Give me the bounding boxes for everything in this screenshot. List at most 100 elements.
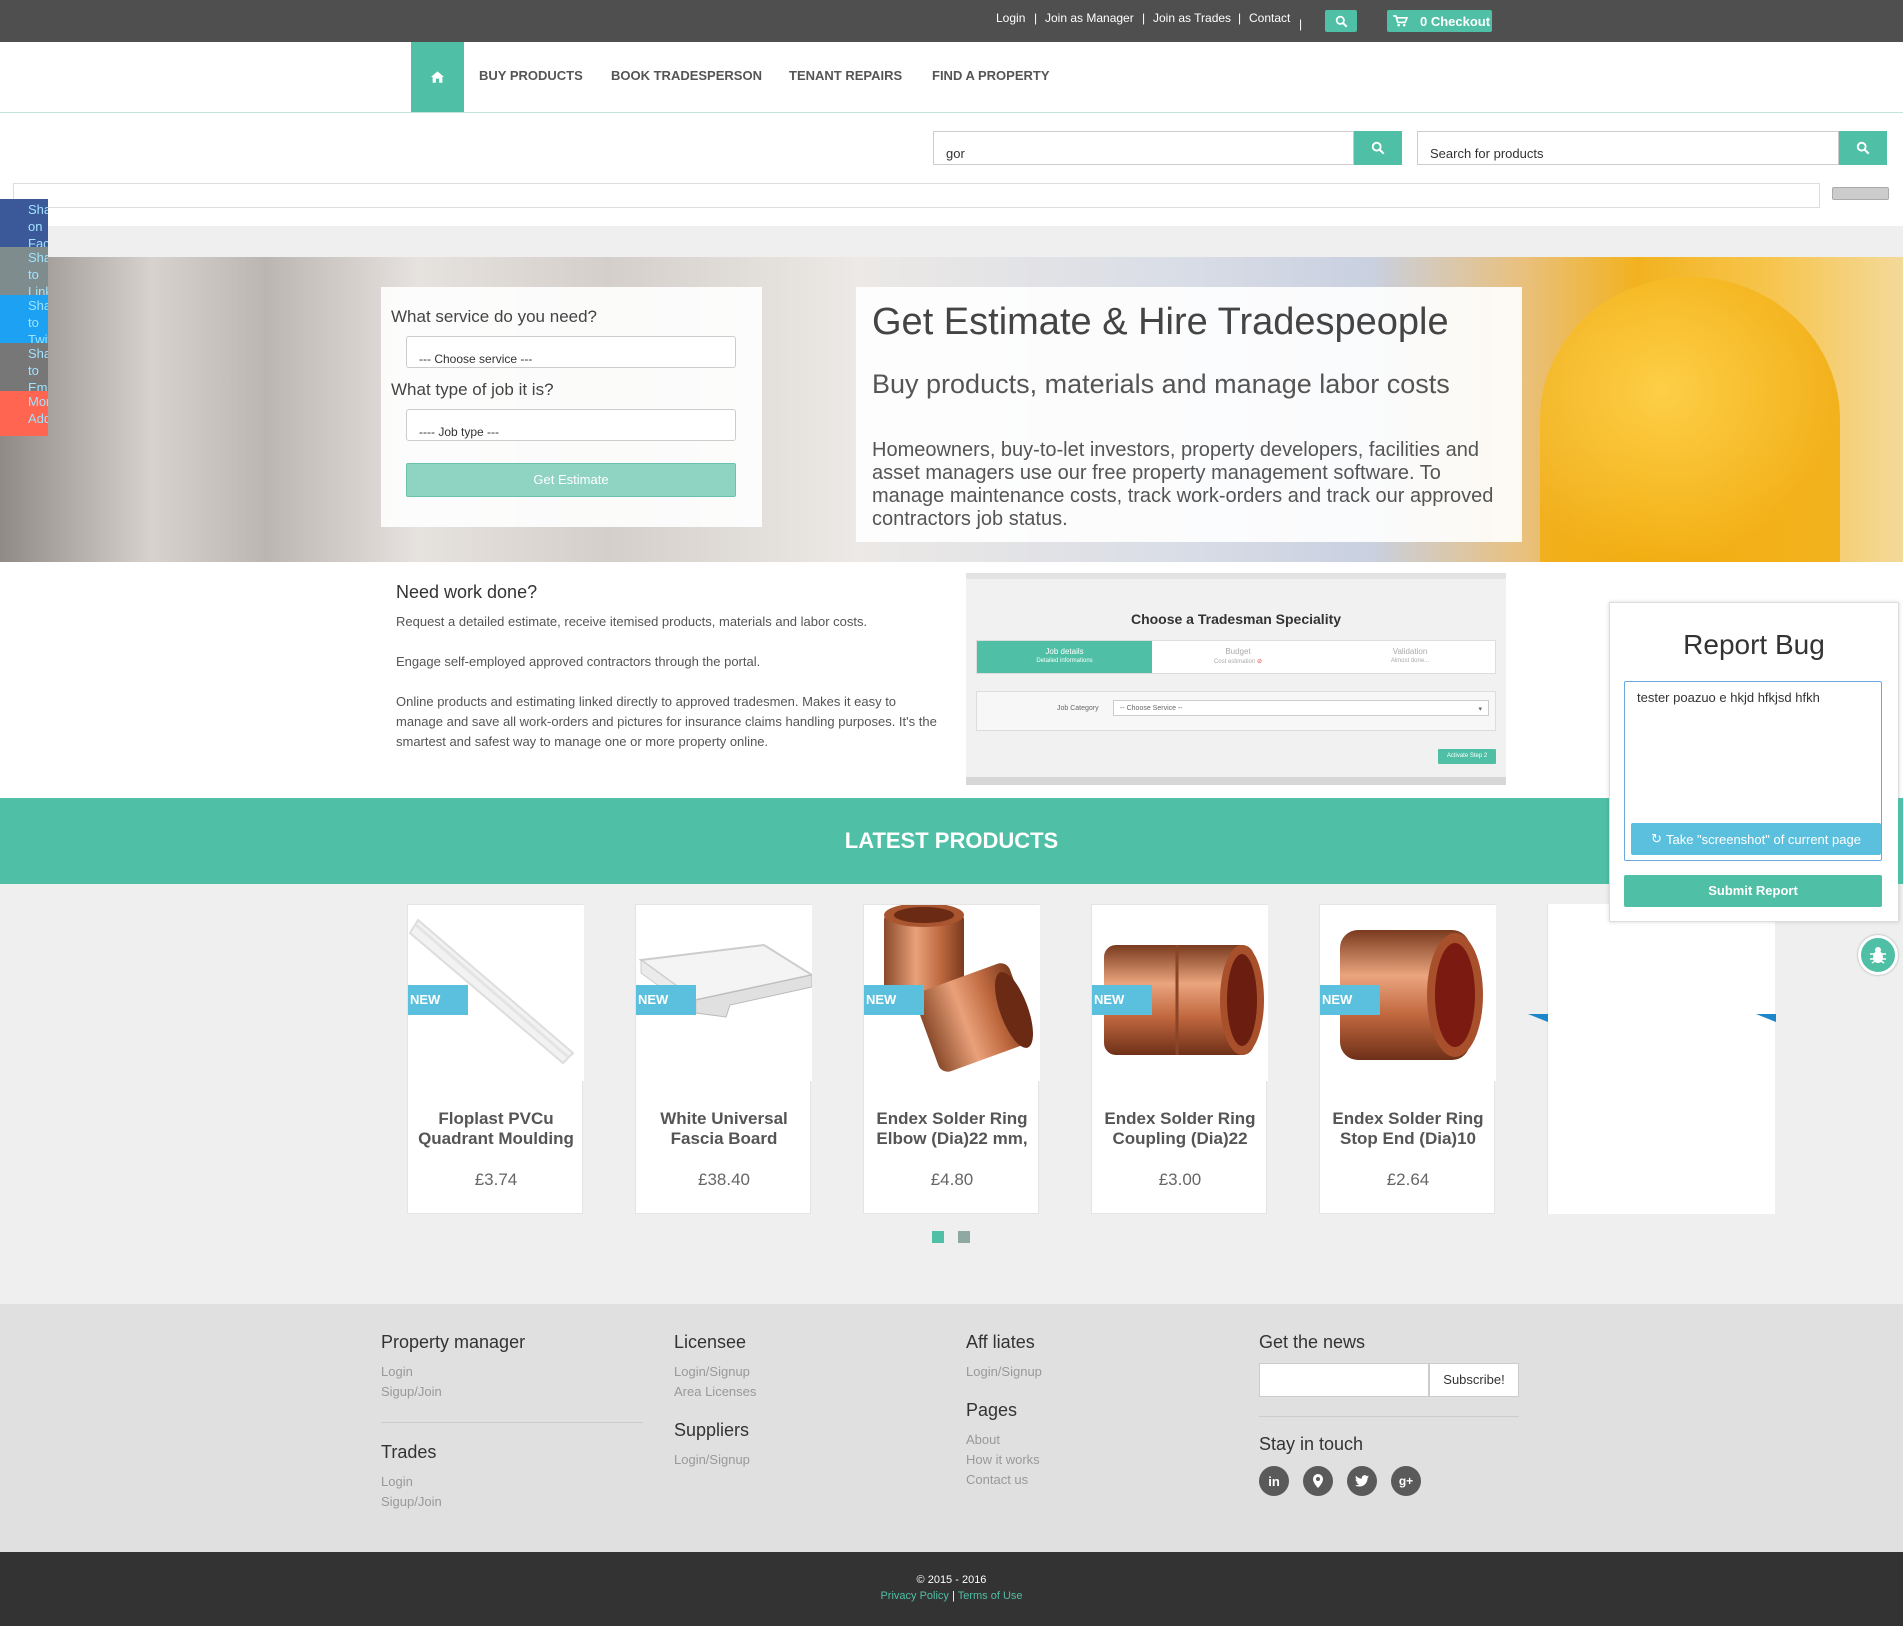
service-label: What service do you need? (391, 307, 598, 326)
product-card[interactable]: NEW Endex Solder Ring Elbow (Dia)22 mm, … (863, 904, 1040, 1214)
new-badge: NEW (1320, 985, 1380, 1015)
step-name: Validation (1392, 647, 1428, 656)
nav-buy-products[interactable]: BUY PRODUCTS (479, 68, 583, 83)
checkout-button[interactable]: 0 Checkout (1387, 10, 1492, 32)
separator: | (952, 1590, 955, 1602)
product-price: £38.40 (698, 1170, 750, 1189)
product-price: £3.74 (474, 1170, 518, 1189)
separator: | (1238, 11, 1242, 25)
step-name: Budget (1225, 647, 1251, 656)
step-sub: Detailed informations (1036, 658, 1093, 664)
home-button[interactable] (411, 42, 464, 112)
bug-icon (1870, 947, 1886, 964)
footer-licensee-title: Licensee (674, 1332, 747, 1352)
carousel-dot[interactable] (958, 1231, 970, 1243)
footer-trades-login[interactable]: Login (381, 1474, 413, 1489)
footer-contact-link[interactable]: Contact us (966, 1472, 1028, 1487)
search-icon (1856, 141, 1870, 155)
share-email[interactable]: Share to Email (0, 343, 48, 391)
product-price: £2.64 (1386, 1170, 1430, 1189)
footer-area-licenses[interactable]: Area Licenses (674, 1384, 756, 1399)
map-marker-icon[interactable] (1303, 1466, 1333, 1496)
submit-report-button[interactable]: Submit Report (1624, 875, 1882, 907)
footer-pm-login[interactable]: Login (381, 1364, 413, 1379)
product-name[interactable]: White Universal Fascia Board (642, 1109, 806, 1149)
step-budget[interactable]: Budget Cost estimation ⊘ (1152, 641, 1324, 673)
tradesman-preview: Choose a Tradesman Speciality Job detail… (966, 573, 1506, 785)
share-linkedin[interactable]: Share to Linkedin (0, 247, 48, 295)
nav-find-property[interactable]: FIND A PROPERTY (932, 68, 1050, 83)
product-name[interactable]: Endex Solder Ring Elbow (Dia)22 mm, (870, 1109, 1034, 1149)
step-sub: Almost done... (1390, 658, 1430, 664)
hero-title: Get Estimate & Hire Tradespeople (872, 301, 1449, 343)
footer-property-manager-title: Property manager (381, 1332, 526, 1352)
job-select[interactable]: ---- Job type --- (406, 409, 736, 441)
bottom-bar: © 2015 - 2016 Privacy Policy | Terms of … (0, 1552, 1903, 1626)
work-paragraph-3: Online products and estimating linked di… (396, 694, 937, 749)
home-icon (431, 71, 444, 83)
footer-affiliates-login[interactable]: Login/Signup (966, 1364, 1042, 1379)
footer-trades-signup[interactable]: Sigup/Join (381, 1494, 442, 1509)
search-icon (1371, 141, 1385, 155)
product-card[interactable]: NEW Endex Solder Ring Stop End (Dia)10 £… (1319, 904, 1496, 1214)
newsletter-email-input[interactable] (1259, 1363, 1429, 1397)
screenshot-button[interactable]: ↻ Take "screenshot" of current page (1631, 823, 1881, 855)
refresh-icon: ↻ (1651, 831, 1662, 846)
product-search-input[interactable]: Search for products (1417, 131, 1839, 165)
bug-report-toggle[interactable] (1858, 935, 1898, 975)
product-name[interactable]: Endex Solder Ring Stop End (Dia)10 (1326, 1109, 1490, 1149)
work-heading: Need work done? (396, 582, 538, 602)
share-facebook[interactable]: Share on Facebook (0, 199, 48, 247)
product-card[interactable]: NEW Endex Solder Ring Coupling (Dia)22 £… (1091, 904, 1268, 1214)
product-card[interactable]: NEW Floplast PVCu Quadrant Moulding £3.7… (407, 904, 584, 1214)
nav-book-tradesperson[interactable]: BOOK TRADESPERSON (611, 68, 762, 83)
product-name[interactable]: Endex Solder Ring Coupling (Dia)22 (1098, 1109, 1262, 1149)
product-card[interactable]: NEW White Universal Fascia Board £38.40 (635, 904, 812, 1214)
new-badge: NEW (408, 985, 468, 1015)
tradesman-title: Choose a Tradesman Speciality (1130, 611, 1342, 627)
subscribe-button[interactable]: Subscribe! (1429, 1363, 1519, 1397)
login-link[interactable]: Login (996, 11, 1025, 25)
step-job-details[interactable]: Job details Detailed informations (977, 641, 1152, 673)
hero-description: Homeowners, buy-to-let investors, proper… (872, 439, 1494, 530)
footer-about-link[interactable]: About (966, 1432, 1000, 1447)
new-badge: NEW (1092, 985, 1152, 1015)
steps-bar: Job details Detailed informations Budget… (976, 640, 1496, 674)
small-button[interactable] (1832, 187, 1889, 200)
twitter-icon[interactable] (1347, 1466, 1377, 1496)
footer-licensee-login[interactable]: Login/Signup (674, 1364, 750, 1379)
separator: | (1299, 17, 1303, 31)
share-twitter[interactable]: Share to Twitter (0, 295, 48, 343)
category-label: Job Category (1057, 705, 1099, 712)
privacy-policy-link[interactable]: Privacy Policy (880, 1590, 948, 1602)
terms-of-use-link[interactable]: Terms of Use (958, 1590, 1023, 1602)
product-price: £3.00 (1158, 1170, 1202, 1189)
separator: | (1034, 11, 1038, 25)
footer-suppliers-login[interactable]: Login/Signup (674, 1452, 750, 1467)
step-validation[interactable]: Validation Almost done... (1324, 641, 1496, 673)
contact-link[interactable]: Contact (1249, 11, 1290, 25)
search-icon (1335, 15, 1347, 27)
blocked-icon: ⊘ (1257, 659, 1263, 665)
footer-how-it-works-link[interactable]: How it works (966, 1452, 1040, 1467)
get-estimate-button[interactable]: Get Estimate (406, 463, 736, 497)
footer-divider (1259, 1416, 1519, 1417)
join-trades-link[interactable]: Join as Trades (1153, 11, 1231, 25)
activate-step-button[interactable]: Activate Step 2 (1438, 749, 1496, 764)
carousel-dot-active[interactable] (932, 1231, 944, 1243)
footer-pages-title: Pages (966, 1400, 1018, 1420)
product-name[interactable]: Floplast PVCu Quadrant Moulding (414, 1109, 578, 1149)
share-more[interactable]: More AddThis (0, 391, 48, 436)
main-search-input[interactable]: gor (933, 131, 1354, 165)
top-search-button[interactable] (1325, 10, 1357, 32)
google-plus-icon[interactable]: g+ (1391, 1466, 1421, 1496)
category-select[interactable]: -- Choose Service -- ▾ (1113, 700, 1489, 716)
product-search-button[interactable] (1839, 131, 1887, 165)
join-manager-link[interactable]: Join as Manager (1045, 11, 1134, 25)
service-select[interactable]: --- Choose service --- (406, 336, 736, 368)
nav-tenant-repairs[interactable]: TENANT REPAIRS (789, 68, 902, 83)
job-label: What type of job it is? (391, 380, 554, 399)
footer-pm-signup[interactable]: Sigup/Join (381, 1384, 442, 1399)
linkedin-icon[interactable]: in (1259, 1466, 1289, 1496)
main-search-button[interactable] (1354, 131, 1402, 165)
